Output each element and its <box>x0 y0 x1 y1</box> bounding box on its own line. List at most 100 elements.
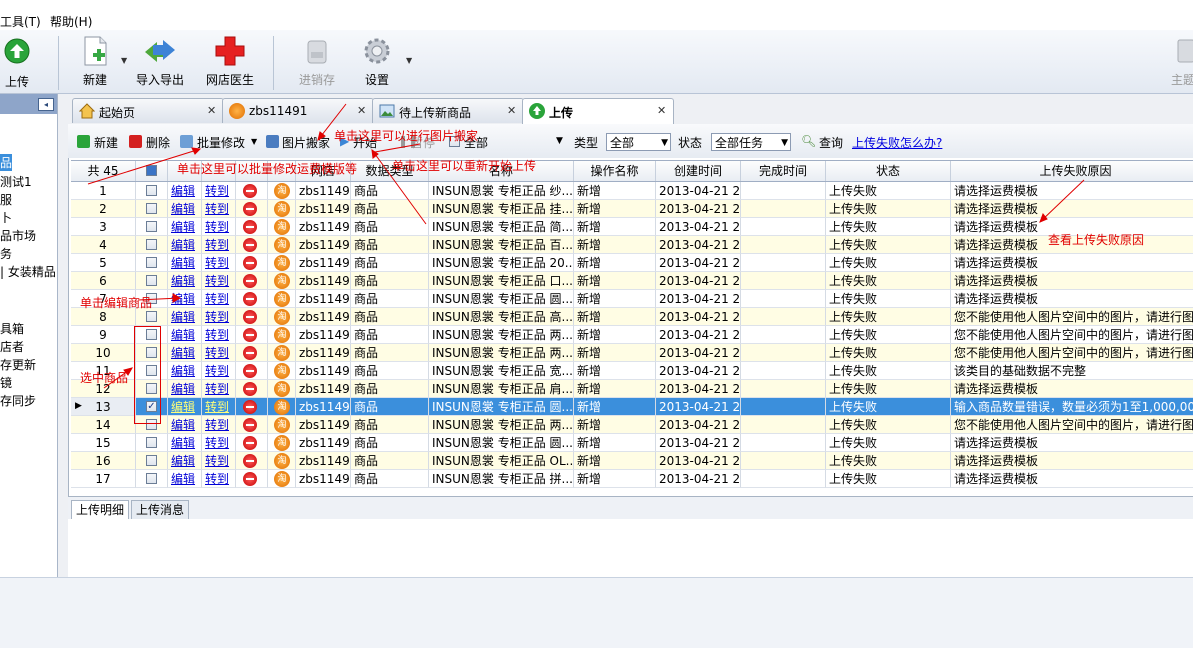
nav-item[interactable]: 服 <box>0 191 12 208</box>
edit-link[interactable]: 编辑 <box>171 382 195 396</box>
column-header[interactable]: 完成时间 <box>741 161 826 181</box>
edit-link[interactable]: 编辑 <box>171 292 195 306</box>
nav-item[interactable]: 店者 <box>0 338 24 355</box>
table-row[interactable]: 14 编辑转到 淘 zbs11491商品INSUN恩裳 专柜正品 两...新增2013… <box>71 416 1193 434</box>
stop-icon[interactable] <box>243 436 257 450</box>
batch-edit-button[interactable]: 批量修改 <box>197 134 245 151</box>
nav-item[interactable]: 测试1 <box>0 173 32 190</box>
goto-link[interactable]: 转到 <box>205 274 229 288</box>
column-header[interactable]: 上传失败原因 <box>951 161 1193 181</box>
goto-link[interactable]: 转到 <box>205 454 229 468</box>
table-row[interactable]: 10 编辑转到 淘 zbs11491商品INSUN恩裳 专柜正品 两...新增2013… <box>71 344 1193 362</box>
new-task-button[interactable]: 新建 <box>94 134 118 151</box>
upload-button[interactable]: 上传 <box>2 34 32 90</box>
goto-link[interactable]: 转到 <box>205 328 229 342</box>
menu-tools[interactable]: 工具(T) <box>0 13 41 30</box>
stop-icon[interactable] <box>243 472 257 486</box>
tab-upload-messages[interactable]: 上传消息 <box>131 500 190 519</box>
table-row[interactable]: 11编辑转到淘zbs11491商品INSUN恩裳 专柜正品 宽...新增2013… <box>71 362 1193 380</box>
edit-link[interactable]: 编辑 <box>171 238 195 252</box>
status-select[interactable]: 全部任务 ▼ <box>711 133 791 151</box>
row-checkbox[interactable] <box>146 455 157 466</box>
stop-icon[interactable] <box>243 220 257 234</box>
table-row[interactable]: 9 编辑转到 淘 zbs11491商品INSUN恩裳 专柜正品 两...新增2013-… <box>71 326 1193 344</box>
goto-link[interactable]: 转到 <box>205 238 229 252</box>
column-header[interactable]: 操作名称 <box>574 161 656 181</box>
edit-link[interactable]: 编辑 <box>171 400 195 414</box>
stop-icon[interactable] <box>243 400 257 414</box>
goto-link[interactable]: 转到 <box>205 364 229 378</box>
stop-icon[interactable] <box>243 274 257 288</box>
stop-icon[interactable] <box>243 454 257 468</box>
row-checkbox[interactable] <box>146 257 157 268</box>
tab-pending-upload[interactable]: 待上传新商品 ✕ <box>372 98 524 123</box>
goto-link[interactable]: 转到 <box>205 472 229 486</box>
nav-item[interactable]: 镜 <box>0 374 12 391</box>
filter-dropdown-icon[interactable]: ▼ <box>556 136 563 146</box>
column-header[interactable]: 共 45 <box>71 161 136 181</box>
tab-upload[interactable]: 上传 ✕ <box>522 98 674 124</box>
stop-icon[interactable] <box>243 184 257 198</box>
column-header[interactable]: 状态 <box>826 161 951 181</box>
nav-item[interactable]: 存同步 <box>0 392 36 409</box>
table-row[interactable]: 3 编辑转到 淘 zbs11491商品INSUN恩裳 专柜正品 简...新增2013-… <box>71 218 1193 236</box>
nav-item[interactable]: 品市场 <box>0 227 36 244</box>
edit-link[interactable]: 编辑 <box>171 274 195 288</box>
edit-link[interactable]: 编辑 <box>171 364 195 378</box>
close-icon[interactable]: ✕ <box>507 104 516 117</box>
nav-item[interactable]: 务 <box>0 245 12 262</box>
row-checkbox[interactable] <box>146 473 157 484</box>
nav-item[interactable]: | 女装精品 <box>0 263 56 280</box>
stop-icon[interactable] <box>243 364 257 378</box>
edit-link[interactable]: 编辑 <box>171 472 195 486</box>
table-row[interactable]: 16 编辑转到 淘 zbs11491商品INSUN恩裳 专柜正品 OL...新增201… <box>71 452 1193 470</box>
stop-icon[interactable] <box>243 202 257 216</box>
table-row[interactable]: 8编辑转到淘zbs11491商品INSUN恩裳 专柜正品 高...新增2013-… <box>71 308 1193 326</box>
batch-edit-dropdown-icon[interactable]: ▼ <box>251 137 257 146</box>
stop-icon[interactable] <box>243 310 257 324</box>
close-icon[interactable]: ✕ <box>657 104 666 117</box>
shop-doctor-button[interactable]: 网店医生 <box>205 34 255 88</box>
row-checkbox[interactable] <box>146 437 157 448</box>
row-checkbox[interactable] <box>146 221 157 232</box>
edit-link[interactable]: 编辑 <box>171 220 195 234</box>
goto-link[interactable]: 转到 <box>205 346 229 360</box>
table-row[interactable]: 2 编辑转到 淘 zbs11491商品INSUN恩裳 专柜正品 挂...新增2013-… <box>71 200 1193 218</box>
menu-help[interactable]: 帮助(H) <box>50 13 92 30</box>
header-select-all[interactable] <box>136 161 168 181</box>
table-row[interactable]: 4 编辑转到 淘 zbs11491商品INSUN恩裳 专柜正品 百...新增2013-… <box>71 236 1193 254</box>
row-checkbox[interactable] <box>146 185 157 196</box>
table-row[interactable]: 6 编辑转到 淘 zbs11491商品INSUN恩裳 专柜正品 口...新增2013-… <box>71 272 1193 290</box>
goto-link[interactable]: 转到 <box>205 256 229 270</box>
theme-button[interactable]: 主题 <box>1168 34 1193 88</box>
inventory-button[interactable]: 进销存 <box>297 34 337 88</box>
settings-button[interactable]: 设置 <box>360 34 394 88</box>
goto-link[interactable]: 转到 <box>205 436 229 450</box>
table-row[interactable]: 13✓编辑转到淘zbs11491商品INSUN恩裳 专柜正品 圆...新增201… <box>71 398 1193 416</box>
table-row[interactable]: 7编辑转到淘zbs11491商品INSUN恩裳 专柜正品 圆...新增2013-… <box>71 290 1193 308</box>
column-header[interactable]: 创建时间 <box>656 161 741 181</box>
close-icon[interactable]: ✕ <box>207 104 216 117</box>
goto-link[interactable]: 转到 <box>205 400 229 414</box>
row-checkbox[interactable] <box>146 203 157 214</box>
edit-link[interactable]: 编辑 <box>171 346 195 360</box>
goto-link[interactable]: 转到 <box>205 184 229 198</box>
select-all-checkbox[interactable] <box>146 165 157 176</box>
import-export-button[interactable]: 导入导出 <box>135 34 185 88</box>
table-row[interactable]: 12编辑转到淘zbs11491商品INSUN恩裳 专柜正品 肩...新增2013… <box>71 380 1193 398</box>
goto-link[interactable]: 转到 <box>205 292 229 306</box>
delete-button[interactable]: 删除 <box>146 134 170 151</box>
edit-link[interactable]: 编辑 <box>171 202 195 216</box>
upload-failure-help-link[interactable]: 上传失败怎么办? <box>852 134 942 151</box>
row-checkbox[interactable] <box>146 239 157 250</box>
nav-item[interactable]: 卜 <box>0 209 12 226</box>
close-icon[interactable]: ✕ <box>357 104 366 117</box>
table-row[interactable]: 17 编辑转到 淘 zbs11491商品INSUN恩裳 专柜正品 拼...新增2013… <box>71 470 1193 488</box>
table-row[interactable]: 15 编辑转到 淘 zbs11491商品INSUN恩裳 专柜正品 圆...新增2013… <box>71 434 1193 452</box>
nav-item[interactable]: 存更新 <box>0 356 36 373</box>
stop-icon[interactable] <box>243 418 257 432</box>
stop-icon[interactable] <box>243 292 257 306</box>
edit-link[interactable]: 编辑 <box>171 256 195 270</box>
settings-dropdown-icon[interactable]: ▼ <box>406 56 412 65</box>
edit-link[interactable]: 编辑 <box>171 328 195 342</box>
